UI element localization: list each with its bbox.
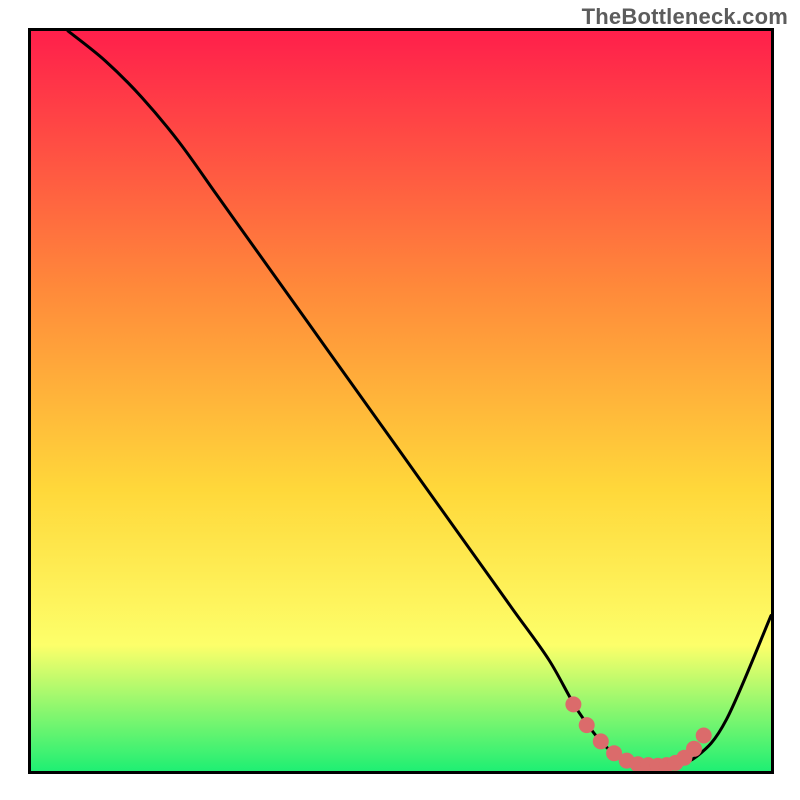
bottleneck-chart (31, 31, 771, 771)
stage: TheBottleneck.com (0, 0, 800, 800)
valley-dot (686, 741, 702, 757)
valley-dot (696, 728, 712, 744)
valley-dot (579, 717, 595, 733)
gradient-background (31, 31, 771, 771)
chart-frame (28, 28, 774, 774)
valley-dot (565, 696, 581, 712)
watermark-label: TheBottleneck.com (582, 4, 788, 30)
valley-dot (593, 733, 609, 749)
